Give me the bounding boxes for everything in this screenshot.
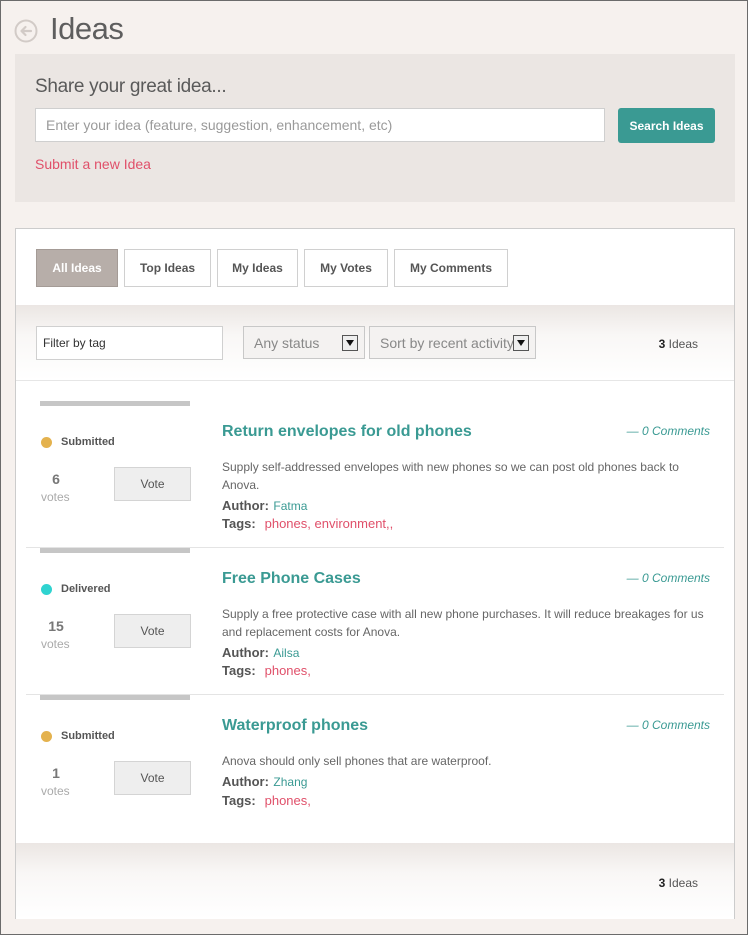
tags-line: Tags: phones, [222, 792, 311, 810]
votes-label: votes [41, 490, 70, 504]
comments-link[interactable]: — 0 Comments [627, 571, 710, 585]
tag-separator: , [307, 793, 311, 808]
idea-title[interactable]: Free Phone Cases [222, 570, 361, 588]
status-label: Submitted [61, 730, 115, 742]
tab-my-comments[interactable]: My Comments [394, 249, 508, 287]
vote-count: 15 [48, 618, 64, 634]
status-bar [40, 548, 190, 553]
author-name[interactable]: Ailsa [273, 646, 299, 660]
status-dot-icon [41, 437, 52, 448]
sort-select-value: Sort by recent activity [380, 334, 514, 351]
status-bar [40, 401, 190, 406]
idea-title[interactable]: Waterproof phones [222, 717, 368, 735]
vote-button[interactable]: Vote [114, 467, 191, 501]
submit-new-idea-link[interactable]: Submit a new Idea [35, 156, 151, 172]
idea-count: 3 Ideas [659, 876, 698, 890]
search-ideas-button[interactable]: Search Ideas [618, 108, 715, 143]
author-line: Author: Zhang [222, 773, 307, 791]
vote-button[interactable]: Vote [114, 614, 191, 648]
tags-label: Tags: [222, 516, 256, 531]
tab-my-votes[interactable]: My Votes [304, 249, 388, 287]
tag-filter-input[interactable] [36, 326, 223, 360]
tab-top-ideas[interactable]: Top Ideas [124, 249, 211, 287]
idea-count-unit: Ideas [668, 337, 698, 351]
footer-bar: 3 Ideas [16, 843, 734, 919]
tag-link[interactable]: phones [265, 516, 308, 531]
idea-description: Supply a free protective case with all n… [222, 607, 704, 639]
tag-link[interactable]: phones [265, 663, 308, 678]
votes-label: votes [41, 637, 70, 651]
tag-link[interactable]: environment [315, 516, 387, 531]
filter-bar: Any status Sort by recent activity 3 Ide… [16, 305, 734, 381]
chevron-down-icon [342, 335, 358, 351]
comments-link[interactable]: — 0 Comments [627, 424, 710, 438]
idea-item: Submitted 6 votes Vote Return envelopes … [26, 401, 724, 548]
vote-count: 1 [52, 765, 60, 781]
idea-count-number: 3 [658, 876, 666, 890]
status-dot-icon [41, 731, 52, 742]
page-title: Ideas [50, 11, 124, 46]
author-line: Author: Fatma [222, 497, 307, 515]
tab-my-ideas[interactable]: My Ideas [217, 249, 298, 287]
tab-all-ideas[interactable]: All Ideas [36, 249, 118, 287]
share-idea-panel: Share your great idea... Search Ideas Su… [15, 54, 735, 202]
author-line: Author: Ailsa [222, 644, 299, 662]
ideas-panel: All Ideas Top Ideas My Ideas My Votes My… [15, 228, 735, 919]
author-name[interactable]: Fatma [273, 499, 307, 513]
comments-link[interactable]: — 0 Comments [627, 718, 710, 732]
idea-item: Submitted 1 votes Vote Waterproof phones… [26, 695, 724, 842]
idea-input[interactable] [35, 108, 605, 142]
idea-item: Delivered 15 votes Vote Free Phone Cases… [26, 548, 724, 695]
idea-description: Anova should only sell phones that are w… [222, 754, 492, 768]
vote-button[interactable]: Vote [114, 761, 191, 795]
status-dot-icon [41, 584, 52, 595]
status-select[interactable]: Any status [243, 326, 365, 359]
tags-label: Tags: [222, 793, 256, 808]
page-header: Ideas [14, 11, 124, 47]
tags-label: Tags: [222, 663, 256, 678]
share-heading: Share your great idea... [35, 76, 227, 97]
idea-tabs: All Ideas Top Ideas My Ideas My Votes My… [36, 249, 514, 287]
chevron-down-icon [513, 335, 529, 351]
status-bar [40, 695, 190, 700]
author-label: Author: [222, 645, 269, 660]
author-name[interactable]: Zhang [273, 775, 307, 789]
author-label: Author: [222, 498, 269, 513]
tag-separator: , [307, 663, 311, 678]
sort-select[interactable]: Sort by recent activity [369, 326, 536, 359]
idea-count: 3 Ideas [659, 337, 698, 351]
idea-count-unit: Ideas [668, 876, 698, 890]
vote-count: 6 [52, 471, 60, 487]
status-label: Submitted [61, 436, 115, 448]
idea-title[interactable]: Return envelopes for old phones [222, 423, 472, 441]
tags-line: Tags: phones, [222, 662, 311, 680]
idea-description: Supply self-addressed envelopes with new… [222, 460, 679, 492]
tag-separator: , [389, 516, 394, 531]
status-label: Delivered [61, 583, 111, 595]
tag-link[interactable]: phones [265, 793, 308, 808]
status-select-value: Any status [254, 334, 320, 351]
idea-count-number: 3 [658, 337, 666, 351]
author-label: Author: [222, 774, 269, 789]
votes-label: votes [41, 784, 70, 798]
back-arrow-circle-icon[interactable] [14, 19, 38, 43]
tags-line: Tags: phones, environment,, [222, 516, 394, 531]
